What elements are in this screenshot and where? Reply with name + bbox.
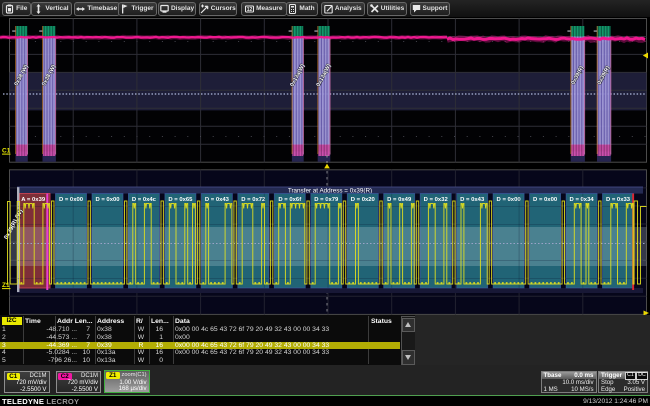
svg-text:D = 0x32: D = 0x32 <box>424 197 449 203</box>
svg-text:D = 0x65: D = 0x65 <box>168 197 193 203</box>
svg-text:D = 0x6f: D = 0x6f <box>278 197 301 203</box>
svg-text:D = 0x34: D = 0x34 <box>570 197 595 203</box>
svg-text:A = 0x39: A = 0x39 <box>21 197 46 203</box>
svg-text:C1: C1 <box>2 148 11 155</box>
svg-text:D = 0x43: D = 0x43 <box>460 197 485 203</box>
svg-text:D = 0x00: D = 0x00 <box>59 197 84 203</box>
svg-text:D = 0x4c: D = 0x4c <box>132 197 157 203</box>
svg-text:Z1: Z1 <box>2 282 10 289</box>
svg-text:D = 0x49: D = 0x49 <box>387 197 412 203</box>
svg-text:D = 0x43: D = 0x43 <box>205 197 230 203</box>
svg-text:12: 12 <box>247 7 253 13</box>
svg-text:D = 0x00: D = 0x00 <box>533 197 558 203</box>
svg-text:D = 0x00: D = 0x00 <box>497 197 522 203</box>
svg-text:D = 0x20: D = 0x20 <box>351 197 376 203</box>
svg-text:D = 0x00: D = 0x00 <box>95 197 120 203</box>
svg-text:D = 0x72: D = 0x72 <box>241 197 266 203</box>
svg-text:D = 0x33: D = 0x33 <box>606 197 631 203</box>
svg-text:D = 0x79: D = 0x79 <box>314 197 339 203</box>
